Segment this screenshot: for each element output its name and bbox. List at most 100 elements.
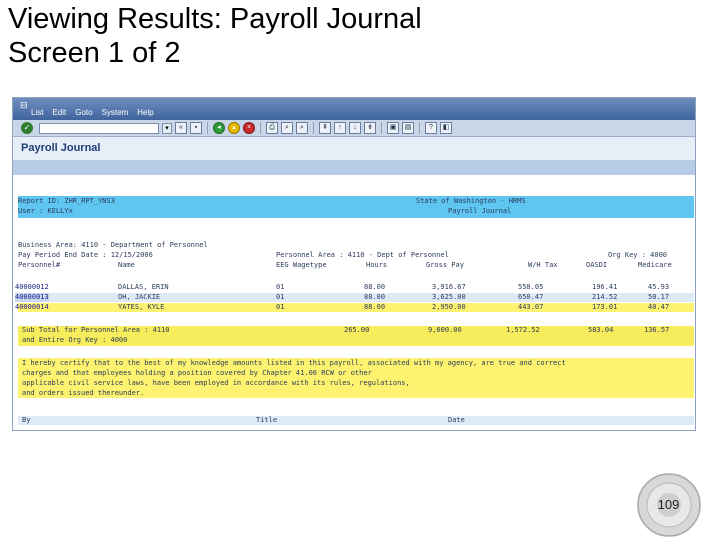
subtotal-gross: 9,600.00 — [428, 326, 462, 334]
business-area: Business Area: 4110 - Department of Pers… — [18, 241, 208, 249]
certification-line: and orders issued thereunder. — [22, 389, 145, 397]
screen-title-bar: Payroll Journal — [13, 137, 695, 161]
sap-window: ⊟ List Edit Goto System Help ✓ ▾ « ▪ ◂ ▴… — [12, 97, 696, 431]
shortcut-icon[interactable]: ▤ — [402, 122, 414, 134]
menu-system[interactable]: System — [102, 108, 129, 117]
subtotal-oasdi: 583.04 — [588, 326, 614, 334]
find-icon[interactable]: ⌕ — [281, 122, 293, 134]
col-gross: Gross Pay — [426, 261, 464, 269]
next-page-icon[interactable]: ↓ — [349, 122, 361, 134]
subtotal-medicare: 136.57 — [644, 326, 670, 334]
pernr[interactable]: 40000013 — [15, 293, 49, 302]
report-agency: State of Washington - HRMS — [416, 197, 526, 205]
personnel-area: Personnel Area : 4110 - Dept of Personne… — [276, 251, 449, 259]
menu-items: List Edit Goto System Help — [31, 108, 154, 117]
signature-date: Date — [448, 416, 465, 424]
wagetype: 01 — [276, 293, 285, 301]
system-menu-icon[interactable]: ⊟ — [20, 100, 28, 111]
certification-line: charges and that employees holding a pos… — [22, 369, 372, 377]
menu-help[interactable]: Help — [137, 108, 153, 117]
wagetype: 01 — [276, 283, 285, 291]
table-row[interactable]: 40000014 YATES, KYLE 01 88.00 2,950.00 4… — [15, 303, 694, 312]
medicare: 40.47 — [648, 303, 670, 311]
subtotal-hours: 265.00 — [344, 326, 370, 334]
employee-name: YATES, KYLE — [118, 303, 165, 311]
report-name: Payroll Journal — [448, 207, 512, 215]
new-session-icon[interactable]: ▣ — [387, 122, 399, 134]
previous-page-icon[interactable]: ↑ — [334, 122, 346, 134]
oasdi: 214.52 — [592, 293, 618, 301]
column-header-row: Personnel# Name EEG Wagetype Hours Gross… — [18, 261, 694, 270]
find-next-icon[interactable]: ⌕ — [296, 122, 308, 134]
wh-tax: 650.47 — [518, 293, 544, 301]
wh-tax: 443.07 — [518, 303, 544, 311]
report-user: User : KELLYx — [18, 207, 73, 215]
org-key: Org Key : 4000 — [608, 251, 668, 259]
print-icon[interactable]: ⎙ — [266, 122, 278, 134]
subtotal-label: Sub Total for Personnel Area : 4110 — [22, 326, 170, 334]
oasdi: 173.01 — [592, 303, 618, 311]
application-toolbar — [13, 161, 695, 175]
wagetype: 01 — [276, 303, 285, 311]
medicare: 45.93 — [648, 283, 670, 291]
last-page-icon[interactable]: ⇟ — [364, 122, 376, 134]
col-medicare: Medicare — [638, 261, 672, 269]
report-user-line: User : KELLYx Payroll Journal — [18, 207, 511, 215]
help-icon[interactable]: ? — [425, 122, 437, 134]
col-personnel: Personnel# — [18, 261, 61, 269]
gross-pay: 2,950.00 — [432, 303, 466, 311]
report-id: Report ID: ZHR_RPT_YNS3 — [18, 197, 115, 205]
enter-check-icon[interactable]: ✓ — [21, 122, 33, 134]
exit-icon[interactable]: ▴ — [228, 122, 240, 134]
col-hours: Hours — [366, 261, 388, 269]
command-dropdown-icon[interactable]: ▾ — [162, 122, 172, 134]
pernr[interactable]: 40000014 — [15, 303, 49, 312]
col-wh-tax: W/H Tax — [528, 261, 558, 269]
report-list: Report ID: ZHR_RPT_YNS3 State of Washing… — [13, 175, 695, 430]
col-oasdi: OASDI — [586, 261, 608, 269]
col-wagetype: EEG Wagetype — [276, 261, 327, 269]
slide-title: Viewing Results: Payroll Journal Screen … — [8, 2, 708, 70]
back-icon[interactable]: ◂ — [213, 122, 225, 134]
menu-goto[interactable]: Goto — [75, 108, 92, 117]
toolbar-separator — [260, 122, 261, 134]
save-icon[interactable]: ▪ — [190, 122, 202, 134]
toolbar-separator — [381, 122, 382, 134]
menu-edit[interactable]: Edit — [52, 108, 66, 117]
menu-bar: ⊟ List Edit Goto System Help — [13, 98, 695, 120]
gross-pay: 3,625.00 — [432, 293, 466, 301]
employee-name: DALLAS, ERIN — [118, 283, 169, 291]
toolbar-separator — [419, 122, 420, 134]
first-page-icon[interactable]: ⇞ — [319, 122, 331, 134]
medicare: 50.17 — [648, 293, 670, 301]
certification-line: applicable civil service laws, have been… — [22, 379, 410, 387]
oasdi: 196.41 — [592, 283, 618, 291]
table-row[interactable]: 40000013 OH, JACKIE 01 88.00 3,625.00 65… — [15, 293, 694, 302]
employee-name: OH, JACKIE — [118, 293, 161, 301]
subtotal-wh-tax: 1,572.52 — [506, 326, 540, 334]
hours: 88.00 — [364, 283, 386, 291]
menu-list[interactable]: List — [31, 108, 43, 117]
hours: 88.00 — [364, 303, 386, 311]
layout-menu-icon[interactable]: ◧ — [440, 122, 452, 134]
cancel-icon[interactable]: × — [243, 122, 255, 134]
pernr[interactable]: 40000012 — [15, 283, 49, 292]
gross-pay: 3,916.67 — [432, 283, 466, 291]
signature-by: By — [22, 416, 31, 424]
pay-period-line: Pay Period End Date : 12/15/2006 Personn… — [18, 251, 667, 259]
command-field[interactable] — [39, 122, 159, 134]
signature-title: Title — [256, 416, 278, 424]
col-name: Name — [118, 261, 135, 269]
certification-line: I hereby certify that to the best of my … — [22, 359, 566, 367]
subtotal-orgkey: and Entire Org Key : 4000 — [22, 336, 128, 344]
report-id-line: Report ID: ZHR_RPT_YNS3 State of Washing… — [18, 197, 526, 205]
subtotal-block: Sub Total for Personnel Area : 4110 and … — [18, 326, 694, 346]
certification-block: I hereby certify that to the best of my … — [18, 358, 694, 398]
forward-icon[interactable]: « — [175, 122, 187, 134]
report-header-block — [18, 196, 694, 218]
signature-row: By Title Date — [18, 416, 694, 425]
screen-title: Payroll Journal — [21, 142, 101, 154]
slide-title-line1: Viewing Results: Payroll Journal — [8, 3, 422, 35]
table-row[interactable]: 40000012 DALLAS, ERIN 01 88.00 3,916.67 … — [15, 283, 694, 292]
pay-period: Pay Period End Date : 12/15/2006 — [18, 251, 153, 259]
